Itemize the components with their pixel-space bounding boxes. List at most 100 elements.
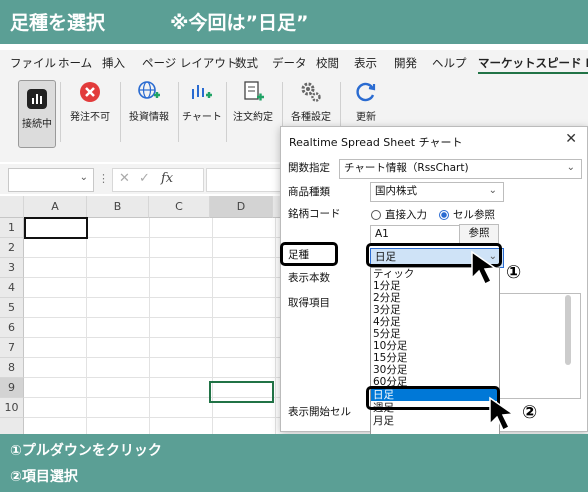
investment-info-label: 投資情報 [129,112,169,123]
banner-note: ※今回は”日足” [170,12,309,34]
error-icon [78,80,102,104]
row-header[interactable]: 2 [0,238,24,258]
cursor-arrow-icon [471,250,498,286]
reference-button[interactable]: 参照 [459,224,499,244]
chevron-down-icon: ⌄ [566,162,575,173]
chevron-down-icon: ⌄ [79,172,88,183]
chart-label: チャート [182,112,222,123]
list-item[interactable]: 1分足 [373,280,401,292]
close-icon[interactable]: ✕ [565,131,577,147]
order-execution-label: 注文約定 [233,112,273,123]
row-header[interactable]: 8 [0,358,24,378]
spreadsheet-grid: A B C D 1 2 3 4 5 6 7 8 9 10 [0,196,290,436]
dialog-title: Realtime Spread Sheet チャート [289,136,463,149]
order-disabled-button[interactable]: 発注不可 [66,80,114,123]
callout-number-1: ① [506,262,522,283]
ribbon-divider [178,82,179,142]
tab-home[interactable]: ホーム [58,55,92,71]
row-header[interactable]: 4 [0,278,24,298]
formula-controls: ✕ ✓ fx [112,168,204,192]
column-header[interactable]: A [24,196,87,218]
chart-plus-icon [189,80,213,104]
tab-help[interactable]: ヘルプ [432,55,467,71]
func-label: 関数指定 [288,162,330,174]
refresh-label: 更新 [356,112,376,123]
func-value: チャート情報（RssChart) [344,162,469,174]
row-header[interactable]: 1 [0,218,24,238]
connected-label: 接続中 [22,119,52,130]
instruction-step-2: ②項目選択 [10,469,78,485]
product-value: 国内株式 [375,185,417,197]
radio-off-icon [371,209,381,220]
ribbon-tabs: ファイル ホーム 挿入 ページ レイアウト 数式 データ 校閲 表示 開発 ヘル… [0,50,588,74]
radio-direct-input[interactable]: 直接入力 [371,207,427,222]
gears-icon [299,80,323,104]
connected-button[interactable]: 接続中 [18,80,56,148]
row-header[interactable]: 3 [0,258,24,278]
list-item[interactable]: 10分足 [373,340,407,352]
count-label: 表示本数 [288,272,330,284]
callout-number-2: ② [522,402,538,423]
code-input[interactable]: A1 [370,225,462,245]
settings-button[interactable]: 各種設定 [288,80,334,123]
formula-bar: ⌄ ⋮ ✕ ✓ fx [0,164,292,194]
order-execution-button[interactable]: 注文約定 [230,80,276,123]
title-banner: 足種を選択 ※今回は”日足” [0,0,588,44]
chevron-down-icon: ⌄ [488,185,497,196]
row-header[interactable]: 10 [0,398,24,418]
cell-a1-marked[interactable] [24,217,88,239]
tab-view[interactable]: 表示 [354,55,377,71]
row-header[interactable]: 6 [0,318,24,338]
product-select[interactable]: 国内株式 ⌄ [370,182,504,202]
tab-marketspeed[interactable]: マーケットスピード II [478,55,588,74]
settings-label: 各種設定 [291,112,331,123]
selected-cell-d9[interactable] [209,381,274,403]
func-select[interactable]: チャート情報（RssChart) ⌄ [339,159,582,179]
list-item[interactable]: 5分足 [373,328,401,340]
tab-page-layout[interactable]: ページ レイアウト [142,55,237,71]
list-item[interactable]: 30分足 [373,364,407,376]
radio-cell-label: セル参照 [453,209,495,221]
confirm-icon: ✓ [139,171,150,186]
cell-area[interactable] [24,218,290,436]
list-item[interactable]: ティック [373,268,414,280]
row-header[interactable]: 5 [0,298,24,318]
name-box[interactable]: ⌄ [8,168,94,192]
ribbon-divider [226,82,227,142]
tab-data[interactable]: データ [272,55,307,71]
tab-developer[interactable]: 開発 [394,55,417,71]
cursor-arrow-icon [489,396,516,432]
column-header[interactable]: B [87,196,149,218]
chart-button[interactable]: チャート [182,80,222,123]
document-plus-icon [241,80,265,104]
tab-file[interactable]: ファイル [10,55,56,71]
radio-cell-reference[interactable]: セル参照 [439,207,495,222]
list-item[interactable]: 3分足 [373,304,401,316]
tab-insert[interactable]: 挿入 [102,55,125,71]
select-all-corner[interactable] [0,196,24,218]
row-header[interactable]: 9 [0,378,24,398]
more-icon: ⋮ [98,172,109,185]
radio-on-icon [439,209,449,220]
refresh-icon [354,80,378,104]
ribbon-divider [120,82,121,142]
tab-review[interactable]: 校閲 [316,55,339,71]
scrollbar[interactable] [565,295,571,365]
highlight-selected-option [366,386,500,410]
refresh-button[interactable]: 更新 [348,80,384,123]
row-header[interactable]: 7 [0,338,24,358]
list-item[interactable]: 15分足 [373,352,407,364]
investment-info-button[interactable]: 投資情報 [126,80,172,123]
order-disabled-label: 発注不可 [70,112,110,123]
ribbon-divider [60,82,61,142]
list-item[interactable]: 2分足 [373,292,401,304]
list-item[interactable]: 月足 [373,415,394,427]
list-item[interactable]: 4分足 [373,316,401,328]
column-header[interactable]: D [210,196,273,218]
banner-title: 足種を選択 [10,12,106,34]
tab-formulas[interactable]: 数式 [235,55,258,71]
column-header[interactable]: C [149,196,210,218]
radio-direct-label: 直接入力 [385,209,427,221]
fx-icon[interactable]: fx [161,171,173,186]
instructions-banner: ①プルダウンをクリック ②項目選択 [0,434,588,492]
